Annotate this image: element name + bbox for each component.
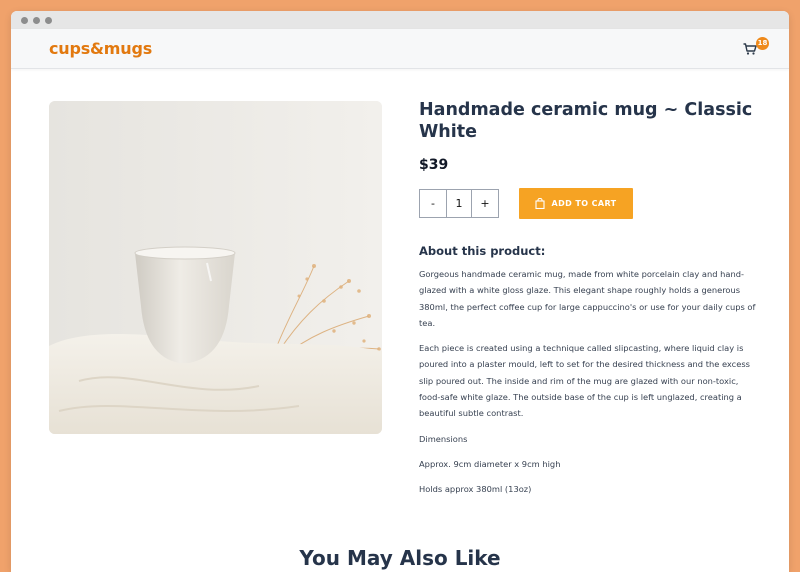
add-to-cart-button[interactable]: ADD TO CART — [519, 188, 633, 219]
quantity-input[interactable]: 1 — [446, 190, 472, 217]
decrement-button[interactable]: - — [420, 190, 446, 217]
window-dot[interactable] — [21, 16, 28, 24]
increment-button[interactable]: + — [472, 190, 498, 217]
cart-icon — [743, 42, 757, 55]
window-dot[interactable] — [33, 16, 40, 24]
site-logo[interactable]: cups&mugs — [49, 39, 152, 58]
shopping-bag-icon — [535, 198, 546, 209]
browser-window: cups&mugs 18 Handmade ceramic mug ~ Clas… — [11, 11, 789, 572]
dimensions-size: Approx. 9cm diameter x 9cm high — [419, 458, 561, 469]
product-price: $39 — [419, 157, 449, 173]
product-title: Handmade ceramic mug ~ Classic White — [419, 100, 753, 142]
mug-photo — [49, 101, 382, 434]
quantity-stepper: - 1 + — [419, 189, 499, 218]
product-image — [49, 101, 382, 434]
cart-button[interactable]: 18 — [743, 36, 769, 59]
purchase-row: - 1 + ADD TO CART — [419, 188, 759, 219]
window-chrome — [11, 11, 789, 29]
product-details: Handmade ceramic mug ~ Classic White $39… — [419, 99, 759, 498]
description-paragraph: Each piece is created using a technique … — [419, 343, 750, 419]
dimensions-volume: Holds approx 380ml (13oz) — [419, 484, 532, 495]
dimensions-label: Dimensions — [419, 433, 468, 444]
site-header: cups&mugs 18 — [11, 29, 789, 69]
related-products-heading: You May Also Like — [299, 546, 501, 570]
cart-count-badge: 18 — [756, 36, 769, 50]
window-dot[interactable] — [45, 16, 52, 24]
add-to-cart-label: ADD TO CART — [551, 199, 617, 208]
about-heading: About this product: — [419, 244, 546, 258]
description-paragraph: Gorgeous handmade ceramic mug, made from… — [419, 269, 756, 328]
